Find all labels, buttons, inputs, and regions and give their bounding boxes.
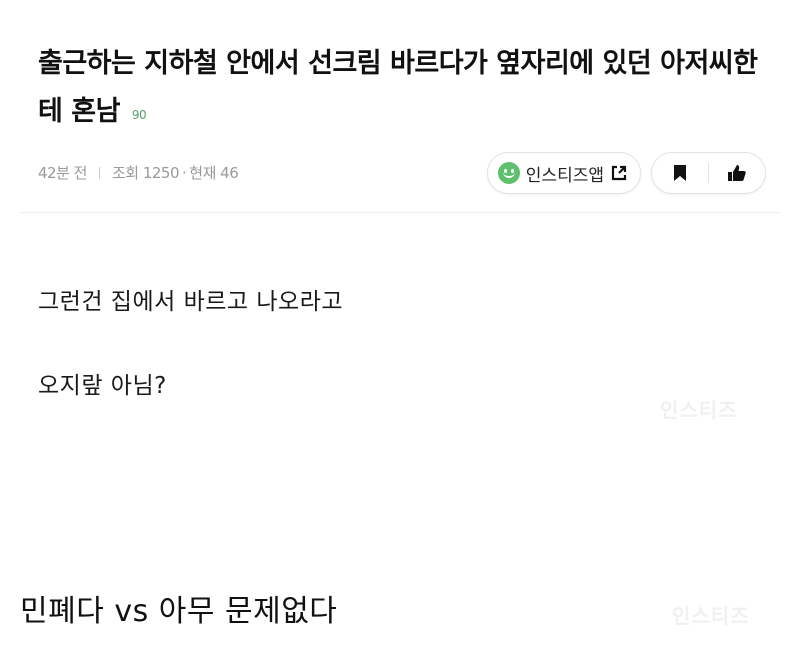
caption-text: 민폐다 vs 아무 문제없다 — [20, 594, 338, 629]
post-time: 42분 전 — [38, 164, 87, 182]
watermark: 인스티즈 — [660, 398, 738, 422]
post-body-line-1: 그런건 집에서 바르고 나오라고 — [38, 289, 344, 315]
smile-logo-icon — [497, 162, 520, 184]
meta-dot: · — [182, 163, 187, 182]
thumbs-up-icon — [728, 165, 746, 181]
open-app-button[interactable]: 인스티즈앱 — [486, 152, 641, 194]
like-button[interactable] — [709, 153, 765, 193]
bookmark-like-group — [651, 152, 766, 194]
current-viewers: 현재 46 — [189, 164, 239, 182]
view-count: 조회 1250 — [111, 164, 180, 182]
bookmark-icon — [674, 165, 686, 181]
post-meta: 42분 전 조회 1250 · 현재 46 — [38, 162, 239, 183]
post-title: 출근하는 지하철 안에서 선크림 바르다가 옆자리에 있던 아저씨한테 혼남 90 — [38, 40, 768, 137]
header-divider — [20, 212, 780, 213]
watermark-bottom: 인스티즈 — [672, 604, 750, 628]
post-container: 출근하는 지하철 안에서 선크림 바르다가 옆자리에 있던 아저씨한테 혼남 90… — [0, 0, 800, 560]
comment-count[interactable]: 90 — [132, 108, 147, 122]
meta-divider — [98, 166, 100, 179]
bookmark-button[interactable] — [652, 153, 708, 193]
open-app-label: 인스티즈앱 — [525, 165, 604, 186]
post-actions: 인스티즈앱 — [486, 152, 766, 194]
external-link-icon — [611, 165, 627, 181]
post-body-line-2: 오지랖 아님? — [38, 373, 167, 399]
